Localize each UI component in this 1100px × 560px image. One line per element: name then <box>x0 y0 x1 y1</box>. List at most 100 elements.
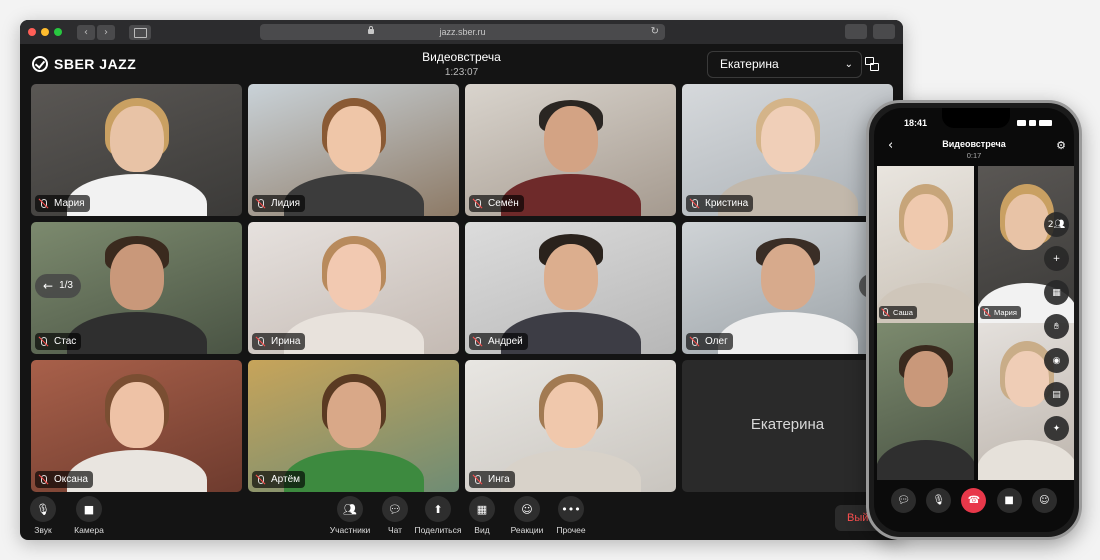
more-label: Прочее <box>556 525 586 535</box>
previous-page-button[interactable]: ← 1/3 <box>35 274 81 298</box>
participant-name: Инга <box>488 474 510 485</box>
more-button[interactable]: ••• Прочее <box>543 496 599 535</box>
mic-off-icon <box>689 198 700 209</box>
mic-off-icon <box>255 336 266 347</box>
sidebar-toggle-icon[interactable] <box>129 24 151 40</box>
camera-icon[interactable]: ■ <box>996 488 1022 513</box>
participant-tile-camera-off[interactable]: Екатерина <box>682 360 893 492</box>
minimize-window-button[interactable] <box>41 28 49 36</box>
participant-tile[interactable]: Ирина <box>248 222 459 354</box>
zoom-window-button[interactable] <box>54 28 62 36</box>
participant-nametag: Олег <box>686 333 733 350</box>
phone-meeting-title: Видеовстреча <box>942 139 1006 149</box>
participant-name: Кристина <box>705 198 749 209</box>
participant-name: Мария <box>994 308 1017 317</box>
phone-screen: 18:41 ‹ Видеовстреча 0:17 ⚙ Саша Мария 2… <box>874 108 1074 532</box>
participant-tile[interactable]: Инга <box>465 360 676 492</box>
chat-icon[interactable]: ▤ <box>1044 382 1069 407</box>
mic-off-icon <box>689 336 700 347</box>
phone-clock: 18:41 <box>904 118 928 128</box>
microphone-icon: 🎙︎ <box>30 496 56 522</box>
hangup-icon[interactable]: ☎ <box>961 488 987 513</box>
mic-off-icon <box>472 474 483 485</box>
battery-icon <box>1039 120 1052 126</box>
mic-off-icon <box>881 308 890 317</box>
participant-tile[interactable]: Артём <box>248 360 459 492</box>
more-dots-icon: ••• <box>558 496 584 522</box>
microphone-icon[interactable]: 🎙︎ <box>926 488 952 513</box>
tabs-overview-icon[interactable] <box>873 24 895 39</box>
phone-participant-tile[interactable]: Саша <box>877 166 974 323</box>
wifi-icon <box>1029 120 1036 126</box>
user-select-dropdown[interactable]: Екатерина ⌄ <box>707 51 862 78</box>
arrow-left-icon: ← <box>43 279 54 293</box>
effects-icon[interactable]: ✦ <box>1044 416 1069 441</box>
switch-device-icon[interactable] <box>865 57 879 71</box>
participants-label: Участники <box>329 525 371 535</box>
camera-button[interactable]: ■ Камера <box>61 496 117 535</box>
add-user-icon[interactable]: + <box>1044 246 1069 271</box>
phone-notch <box>942 108 1010 128</box>
participant-name: Мария <box>54 198 85 209</box>
grid-view-icon: ▦ <box>469 496 495 522</box>
participant-name-large: Екатерина <box>750 416 825 433</box>
participant-name: Стас <box>54 336 77 347</box>
chat-icon: 💬︎ <box>382 496 408 522</box>
raise-hand-icon[interactable]: ✋︎ <box>1044 314 1069 339</box>
view-label: Вид <box>474 525 490 535</box>
participant-tile[interactable]: Лидия <box>248 84 459 216</box>
browser-window: ‹ › jazz.sber.ru ↻ SBER JAZZ Видеовстреч… <box>20 20 903 540</box>
participant-nametag: Лидия <box>252 195 305 212</box>
phone-participant-tile[interactable] <box>877 323 974 480</box>
participant-name: Семён <box>488 198 519 209</box>
participant-tile[interactable]: Оксана <box>31 360 242 492</box>
participant-name: Саша <box>893 308 913 317</box>
meeting-toolbar: 🎙︎ Звук ■ Камера 👥︎ Участники 💬︎ Чат ⬆ П… <box>20 496 903 540</box>
phone-header: ‹ Видеовстреча 0:17 ⚙ <box>874 138 1074 164</box>
share-page-icon[interactable] <box>845 24 867 39</box>
participant-tile[interactable]: Олег 1/3 <box>682 222 893 354</box>
back-icon[interactable]: ‹ <box>77 24 95 40</box>
phone-mockup: 18:41 ‹ Видеовстреча 0:17 ⚙ Саша Мария 2… <box>866 100 1082 540</box>
participant-nametag: Андрей <box>469 333 528 350</box>
user-select-value: Екатерина <box>720 57 779 71</box>
phone-status-bar: 18:41 <box>874 108 1074 132</box>
phone-call-controls: 💬︎ 🎙︎ ☎ ■ ☺ <box>874 488 1074 518</box>
mic-off-icon <box>38 198 49 209</box>
participant-tile[interactable]: Кристина <box>682 84 893 216</box>
mic-off-icon <box>472 336 483 347</box>
address-text: jazz.sber.ru <box>439 27 486 37</box>
close-window-button[interactable] <box>28 28 36 36</box>
sound-label: Звук <box>34 525 52 535</box>
smile-icon[interactable]: ☺ <box>1031 488 1057 513</box>
participant-tile[interactable]: Семён <box>465 84 676 216</box>
mic-off-icon <box>255 198 266 209</box>
participant-nametag: Саша <box>879 306 917 319</box>
participant-tile-speaking[interactable]: Андрей <box>465 222 676 354</box>
participants-icon: 👥︎ <box>1053 219 1066 230</box>
browser-toolbar: ‹ › jazz.sber.ru ↻ <box>20 20 903 44</box>
participant-tile[interactable]: Стас ← 1/3 <box>31 222 242 354</box>
grid-view-icon[interactable]: ▦ <box>1044 280 1069 305</box>
forward-icon[interactable]: › <box>97 24 115 40</box>
reload-icon[interactable]: ↻ <box>651 24 659 40</box>
chat-label: Чат <box>387 525 403 535</box>
chevron-down-icon: ⌄ <box>844 59 853 70</box>
share-screen-icon: ⬆ <box>425 496 451 522</box>
camera-flip-icon[interactable]: ◉ <box>1044 348 1069 373</box>
mic-off-icon <box>255 474 266 485</box>
phone-meeting-timer: 0:17 <box>966 151 982 160</box>
participant-name: Лидия <box>271 198 300 209</box>
phone-side-controls: 2 👥︎ + ▦ ✋︎ ◉ ▤ ✦ <box>1044 212 1069 441</box>
lock-icon <box>368 26 374 34</box>
address-bar[interactable]: jazz.sber.ru ↻ <box>260 24 665 40</box>
chat-icon[interactable]: 💬︎ <box>891 488 917 513</box>
participant-tile[interactable]: Мария <box>31 84 242 216</box>
phone-status-icons <box>1017 120 1052 126</box>
participant-nametag: Мария <box>980 306 1021 319</box>
gear-icon[interactable]: ⚙ <box>1056 139 1066 152</box>
participant-nametag: Ирина <box>252 333 306 350</box>
participant-nametag: Кристина <box>686 195 754 212</box>
participants-count-button[interactable]: 2 👥︎ <box>1044 212 1069 237</box>
mic-off-icon <box>982 308 991 317</box>
